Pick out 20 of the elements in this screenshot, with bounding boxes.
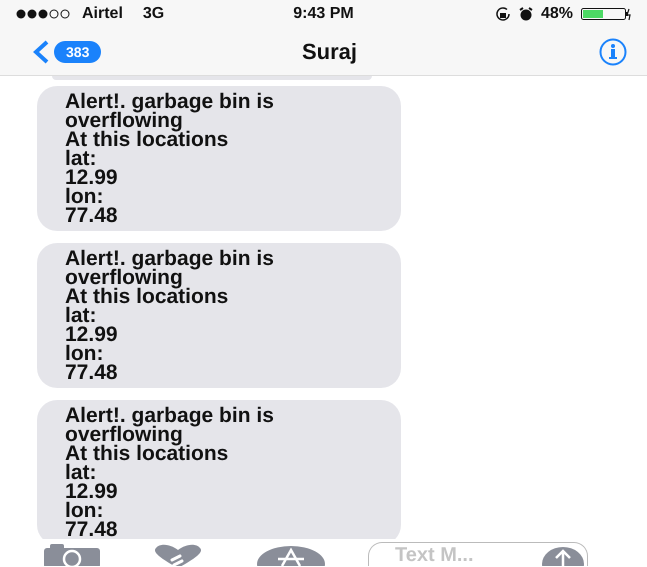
signal-icon xyxy=(16,9,72,19)
send-icon[interactable] xyxy=(542,546,584,566)
carrier-name: Airtel xyxy=(82,5,123,23)
message-bubble: Alert!. garbage bin is overflowing At this locations lat: 12.99 lon: 77.48 xyxy=(37,86,401,231)
back-button[interactable]: 383 xyxy=(32,40,102,64)
app-store-icon[interactable] xyxy=(256,544,326,566)
camera-icon[interactable] xyxy=(44,544,100,566)
message-bubble: Alert!. garbage bin is overflowing At this locations lat: 12.99 lon: 77.48 xyxy=(37,400,401,539)
battery-percentage: 48% xyxy=(540,5,573,23)
contact-name: Suraj xyxy=(302,38,358,64)
info-icon[interactable] xyxy=(599,38,627,66)
battery-icon xyxy=(581,7,631,21)
alarm-clock-icon xyxy=(518,7,533,21)
message-input-field[interactable]: Text M... xyxy=(368,542,588,566)
clock-time: 9:43 PM xyxy=(293,5,354,23)
unread-count-badge: 383 xyxy=(54,40,102,62)
chevron-left-icon xyxy=(32,40,50,64)
rotation-lock-icon xyxy=(494,7,511,21)
message-bubble: Alert!. garbage bin is overflowing At this locations lat: 12.99 lon: 77.48 xyxy=(37,243,401,388)
network-type: 3G xyxy=(142,5,164,23)
